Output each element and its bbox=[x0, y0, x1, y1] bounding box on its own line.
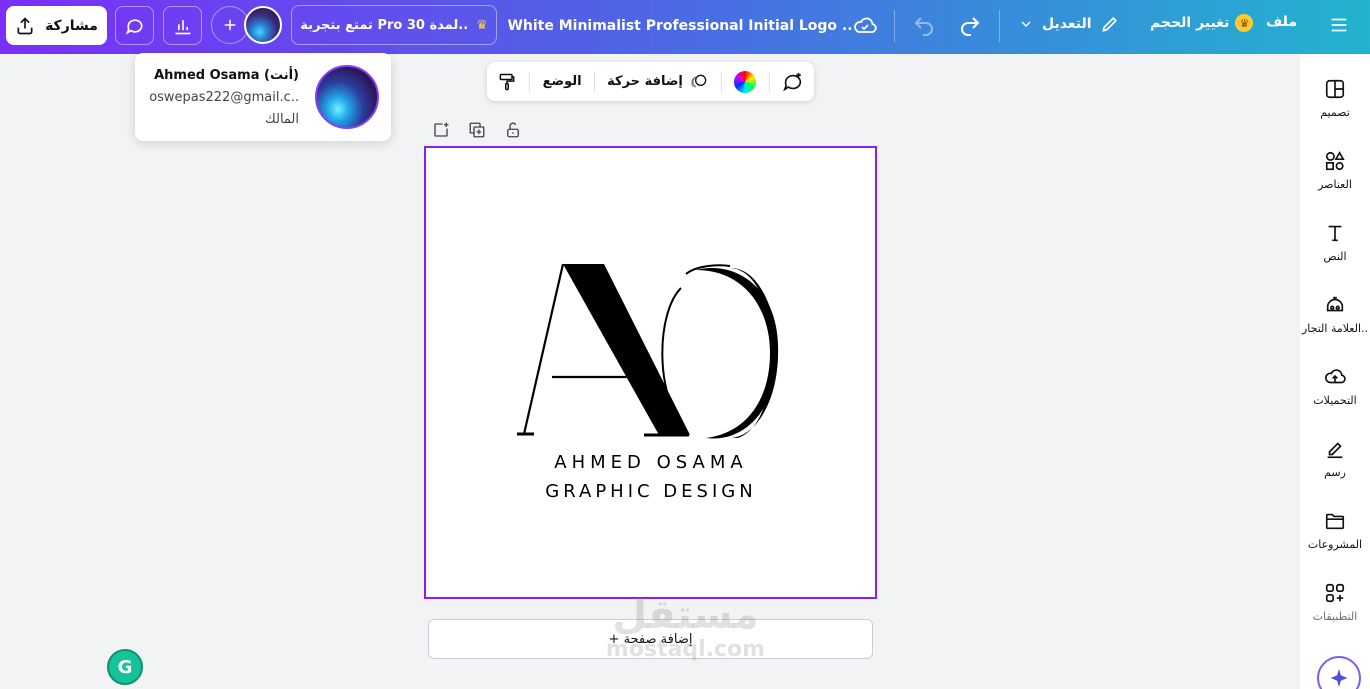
pro-trial-button[interactable]: تمتع بتجربة Pro لمدة 30.. ♛ bbox=[291, 5, 497, 45]
add-page-icon[interactable] bbox=[432, 121, 450, 139]
sidebar-item-label: المشروعات bbox=[1307, 538, 1363, 551]
right-sidebar: تصميم العناصر النص العلامة التجار.. التح… bbox=[1300, 54, 1370, 689]
draw-icon bbox=[1324, 438, 1346, 460]
pro-trial-label: تمتع بتجربة Pro لمدة 30.. bbox=[300, 17, 469, 33]
position-button[interactable]: الوضع bbox=[543, 74, 582, 89]
sidebar-item-apps[interactable]: التطبيقات bbox=[1300, 582, 1370, 642]
toolbar-separator bbox=[721, 71, 723, 92]
monogram-o bbox=[661, 264, 779, 439]
copy-style-button[interactable] bbox=[497, 72, 517, 92]
sidebar-item-projects[interactable]: المشروعات bbox=[1300, 510, 1370, 570]
sparkle-icon bbox=[1328, 667, 1350, 689]
duplicate-page-icon[interactable] bbox=[468, 121, 486, 139]
sidebar-item-label: العناصر bbox=[1318, 178, 1352, 191]
user-card-avatar bbox=[315, 65, 379, 129]
pencil-icon bbox=[1100, 14, 1120, 34]
bar-chart-icon bbox=[173, 16, 193, 36]
logo-line-1: AHMED OSAMA bbox=[554, 452, 747, 473]
chevron-down-icon bbox=[1018, 16, 1034, 32]
sidebar-item-label: رسم bbox=[1324, 466, 1346, 479]
sidebar-item-label: التحميلات bbox=[1313, 394, 1357, 407]
divider bbox=[894, 10, 895, 42]
user-card: Ahmed Osama (أنت) oswepas222@gmail.c.. ا… bbox=[135, 53, 391, 141]
comment-plus-icon bbox=[783, 72, 802, 91]
edit-label: التعديل bbox=[1042, 16, 1092, 32]
sidebar-item-label: النص bbox=[1323, 250, 1347, 263]
edit-menu-button[interactable]: التعديل bbox=[1018, 14, 1120, 34]
user-role: المالك bbox=[265, 112, 299, 127]
share-label: مشاركة bbox=[45, 17, 98, 34]
hamburger-icon bbox=[1328, 14, 1350, 36]
grammarly-icon[interactable]: G bbox=[107, 649, 143, 685]
sidebar-item-elements[interactable]: العناصر bbox=[1300, 150, 1370, 210]
comment-icon bbox=[125, 16, 145, 36]
watermark-arabic: مستقل bbox=[612, 592, 759, 638]
toolbar-separator bbox=[593, 71, 595, 92]
undo-icon bbox=[912, 14, 936, 38]
animate-label: إضافة حركة bbox=[607, 74, 683, 89]
share-icon bbox=[15, 16, 35, 36]
watermark-latin: mostaql.com bbox=[605, 637, 766, 662]
toolbar-separator bbox=[529, 71, 531, 92]
sidebar-item-uploads[interactable]: التحميلات bbox=[1300, 366, 1370, 426]
design-icon bbox=[1324, 78, 1346, 100]
share-button[interactable]: مشاركة bbox=[6, 6, 107, 45]
file-menu-button[interactable]: ملف bbox=[1266, 14, 1297, 30]
comments-button[interactable] bbox=[115, 6, 154, 45]
undo-button[interactable] bbox=[912, 14, 936, 38]
page-tools bbox=[432, 121, 522, 139]
paint-roller-icon bbox=[499, 73, 515, 90]
cloud-save-status[interactable] bbox=[853, 14, 877, 38]
animate-button[interactable]: إضافة حركة bbox=[607, 72, 709, 92]
plus-icon bbox=[221, 16, 239, 34]
design-page[interactable]: AHMED OSAMA GRAPHIC DESIGN bbox=[424, 146, 877, 599]
sidebar-item-label: تصميم bbox=[1320, 106, 1350, 119]
redo-icon bbox=[958, 14, 982, 38]
floating-toolbar: إضافة حركة الوضع bbox=[487, 62, 814, 101]
monogram-a bbox=[517, 263, 690, 437]
sidebar-item-brand[interactable]: العلامة التجار.. bbox=[1300, 294, 1370, 354]
main-menu-button[interactable] bbox=[1328, 14, 1350, 36]
sidebar-item-draw[interactable]: رسم bbox=[1300, 438, 1370, 498]
lock-page-icon[interactable] bbox=[504, 121, 522, 139]
upload-cloud-icon bbox=[1324, 366, 1346, 388]
elements-icon bbox=[1324, 150, 1346, 172]
sidebar-item-label: التطبيقات bbox=[1312, 610, 1358, 623]
toolbar-separator bbox=[768, 71, 770, 92]
logo-line-2: GRAPHIC DESIGN bbox=[545, 481, 756, 502]
folder-icon bbox=[1324, 510, 1346, 532]
brand-icon bbox=[1324, 294, 1346, 316]
crown-icon: ♛ bbox=[476, 17, 488, 33]
design-title[interactable]: White Minimalist Professional Initial Lo… bbox=[507, 14, 852, 38]
user-email: oswepas222@gmail.c.. bbox=[149, 90, 299, 105]
cloud-check-icon bbox=[853, 14, 877, 38]
animate-icon bbox=[689, 72, 709, 92]
redo-button[interactable] bbox=[958, 14, 982, 38]
text-icon bbox=[1324, 222, 1346, 244]
logo-artwork: AHMED OSAMA GRAPHIC DESIGN bbox=[517, 263, 779, 502]
apps-icon bbox=[1324, 582, 1346, 604]
sidebar-item-text[interactable]: النص bbox=[1300, 222, 1370, 282]
add-comment-button[interactable] bbox=[782, 71, 804, 93]
user-name: Ahmed Osama (أنت) bbox=[154, 68, 299, 83]
user-avatar[interactable] bbox=[244, 6, 282, 44]
resize-button[interactable]: تغيير الحجم ♛ bbox=[1150, 14, 1254, 32]
crown-icon: ♛ bbox=[1235, 14, 1254, 32]
color-wheel-icon[interactable] bbox=[734, 70, 757, 93]
sidebar-item-label: العلامة التجار.. bbox=[1301, 322, 1369, 335]
watermark: مستقل mostaql.com bbox=[598, 593, 773, 673]
top-bar: مشاركة تمتع بتجربة Pro لمدة 30.. ♛ White… bbox=[0, 0, 1370, 54]
resize-label: تغيير الحجم bbox=[1150, 15, 1230, 31]
insights-button[interactable] bbox=[163, 6, 202, 45]
sidebar-item-design[interactable]: تصميم bbox=[1300, 78, 1370, 138]
divider bbox=[999, 10, 1000, 42]
